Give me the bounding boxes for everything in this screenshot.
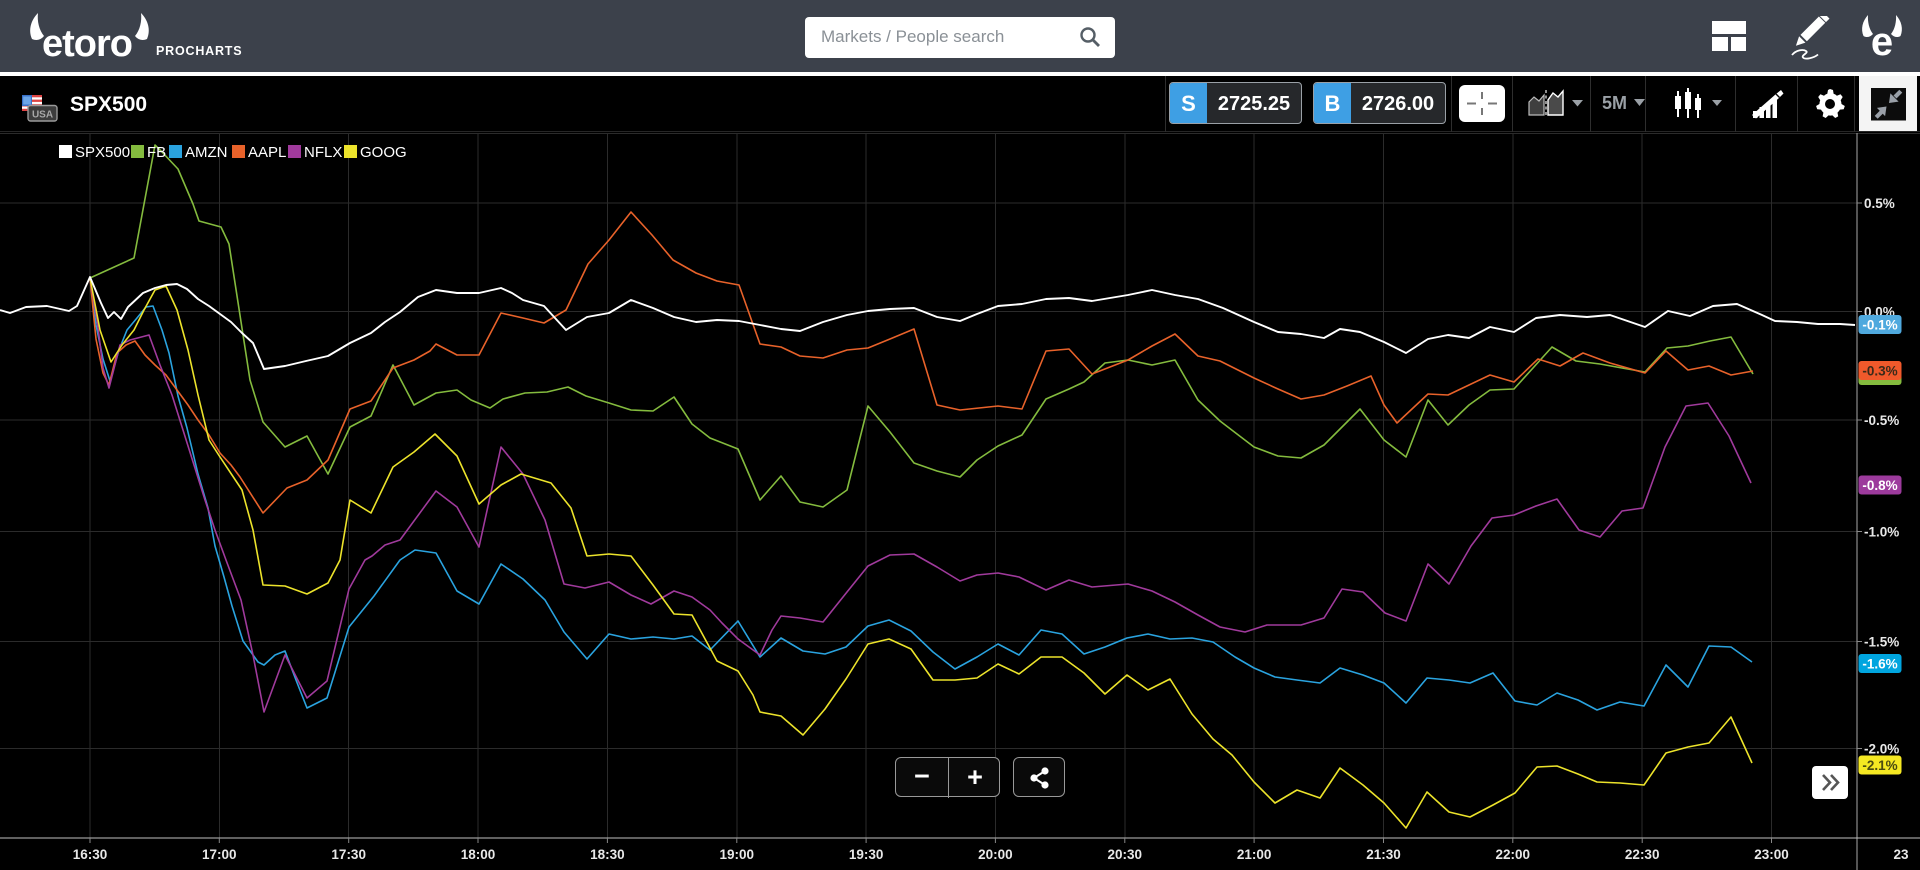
svg-text:21:00: 21:00 [1237,847,1272,862]
svg-text:21:30: 21:30 [1366,847,1401,862]
svg-text:-1.6%: -1.6% [1862,657,1897,672]
svg-text:17:00: 17:00 [202,847,237,862]
svg-text:-0.8%: -0.8% [1862,478,1897,493]
svg-text:-2.0%: -2.0% [1864,742,1899,757]
svg-text:-0.3%: -0.3% [1862,364,1897,379]
svg-text:FB: FB [147,144,166,161]
svg-text:18:30: 18:30 [590,847,625,862]
svg-text:19:30: 19:30 [849,847,884,862]
svg-text:23:00: 23:00 [1754,847,1789,862]
svg-text:20:30: 20:30 [1108,847,1143,862]
svg-text:-0.1%: -0.1% [1862,318,1897,333]
svg-text:18:00: 18:00 [461,847,496,862]
svg-text:20:00: 20:00 [978,847,1013,862]
svg-text:23: 23 [1893,847,1909,862]
svg-text:USA: USA [32,110,53,121]
svg-text:NFLX: NFLX [304,144,342,161]
svg-text:-1.0%: -1.0% [1864,525,1899,540]
svg-text:AAPL: AAPL [248,144,286,161]
svg-text:-0.5%: -0.5% [1864,413,1899,428]
svg-text:SPX500: SPX500 [75,144,130,161]
svg-text:17:30: 17:30 [331,847,366,862]
svg-text:AMZN: AMZN [185,144,228,161]
svg-text:e: e [1871,20,1893,59]
svg-text:22:30: 22:30 [1625,847,1660,862]
svg-text:GOOG: GOOG [360,144,407,161]
svg-text:0.5%: 0.5% [1864,196,1895,211]
svg-text:22:00: 22:00 [1496,847,1531,862]
svg-text:-1.5%: -1.5% [1864,635,1899,650]
svg-text:19:00: 19:00 [720,847,755,862]
svg-text:etoro: etoro [42,23,132,65]
svg-text:-2.1%: -2.1% [1862,758,1897,773]
svg-text:16:30: 16:30 [73,847,108,862]
